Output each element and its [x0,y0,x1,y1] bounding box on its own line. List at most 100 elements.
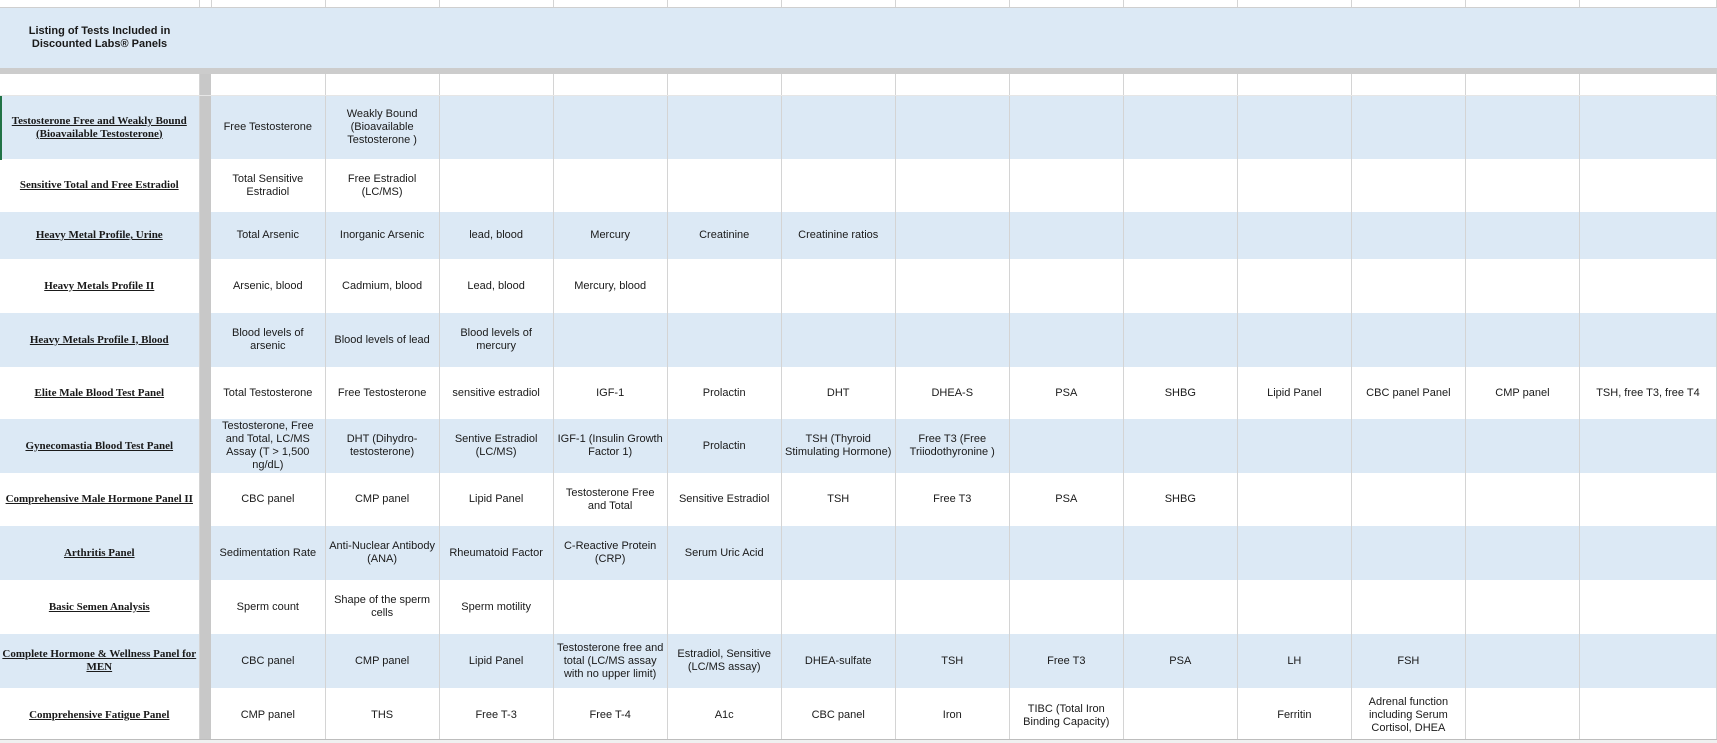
column-header[interactable] [0,0,200,8]
panel-link[interactable]: Heavy Metals Profile I, Blood [0,313,200,367]
test-cell[interactable] [1237,580,1352,634]
test-cell[interactable] [553,580,668,634]
test-cell[interactable]: CBC panel [781,688,896,742]
test-cell[interactable] [1237,95,1352,159]
test-cell[interactable] [1465,313,1580,367]
column-header[interactable] [1123,0,1238,8]
panel-link[interactable]: Heavy Metals Profile II [0,259,200,313]
test-cell[interactable]: SHBG [1123,473,1238,526]
test-cell[interactable] [1579,473,1717,526]
test-cell[interactable]: Total Testosterone [211,367,326,419]
cell[interactable] [1465,74,1580,96]
test-cell[interactable]: CBC panel Panel [1351,367,1466,419]
test-cell[interactable] [1579,526,1717,580]
test-cell[interactable]: LH [1237,634,1352,688]
test-cell[interactable]: Blood levels of mercury [439,313,554,367]
test-cell[interactable]: TSH [895,634,1010,688]
test-cell[interactable] [1123,259,1238,313]
test-cell[interactable]: DHEA-S [895,367,1010,419]
test-cell[interactable]: C-Reactive Protein (CRP) [553,526,668,580]
test-cell[interactable]: Prolactin [667,367,782,419]
test-cell[interactable]: Lipid Panel [439,473,554,526]
test-cell[interactable]: Free T3 (Free Triiodothyronine ) [895,419,1010,473]
test-cell[interactable] [1123,419,1238,473]
cell[interactable] [1009,74,1124,96]
test-cell[interactable] [1579,313,1717,367]
test-cell[interactable]: Total Sensitive Estradiol [211,159,326,212]
test-cell[interactable] [1351,313,1466,367]
test-cell[interactable] [1579,580,1717,634]
column-header[interactable] [439,0,554,8]
test-cell[interactable] [781,580,896,634]
test-cell[interactable]: Mercury [553,212,668,259]
column-header[interactable] [1351,0,1466,8]
test-cell[interactable]: Sentive Estradiol (LC/MS) [439,419,554,473]
test-cell[interactable]: Serum Uric Acid [667,526,782,580]
test-cell[interactable] [667,313,782,367]
test-cell[interactable]: Estradiol, Sensitive (LC/MS assay) [667,634,782,688]
test-cell[interactable] [1465,212,1580,259]
panel-link[interactable]: Testosterone Free and Weakly Bound (Bioa… [0,95,200,159]
test-cell[interactable]: Shape of the sperm cells [325,580,440,634]
test-cell[interactable]: DHEA-sulfate [781,634,896,688]
column-header[interactable] [1237,0,1352,8]
cell[interactable] [325,74,440,96]
test-cell[interactable]: Adrenal function including Serum Cortiso… [1351,688,1466,742]
test-cell[interactable]: THS [325,688,440,742]
test-cell[interactable]: Testosterone, Free and Total, LC/MS Assa… [211,419,326,473]
test-cell[interactable]: Total Arsenic [211,212,326,259]
column-header[interactable] [781,0,896,8]
test-cell[interactable]: Testosterone Free and Total [553,473,668,526]
test-cell[interactable] [895,313,1010,367]
test-cell[interactable]: Mercury, blood [553,259,668,313]
test-cell[interactable] [895,259,1010,313]
test-cell[interactable] [1237,526,1352,580]
panel-link[interactable]: Comprehensive Male Hormone Panel II [0,473,200,526]
test-cell[interactable] [1123,95,1238,159]
test-cell[interactable]: Arsenic, blood [211,259,326,313]
test-cell[interactable]: Prolactin [667,419,782,473]
test-cell[interactable] [1123,159,1238,212]
cell[interactable] [439,74,554,96]
test-cell[interactable]: Cadmium, blood [325,259,440,313]
test-cell[interactable] [1579,95,1717,159]
test-cell[interactable]: IGF-1 (Insulin Growth Factor 1) [553,419,668,473]
test-cell[interactable]: FSH [1351,634,1466,688]
test-cell[interactable]: Blood levels of lead [325,313,440,367]
test-cell[interactable] [553,313,668,367]
test-cell[interactable] [1465,259,1580,313]
cell[interactable] [1237,74,1352,96]
test-cell[interactable]: Lead, blood [439,259,554,313]
cell[interactable] [895,74,1010,96]
test-cell[interactable]: lead, blood [439,212,554,259]
test-cell[interactable]: CBC panel [211,473,326,526]
cell[interactable] [1579,74,1717,96]
test-cell[interactable] [1351,473,1466,526]
test-cell[interactable] [1351,212,1466,259]
test-cell[interactable]: TIBC (Total Iron Binding Capacity) [1009,688,1124,742]
test-cell[interactable] [1465,95,1580,159]
test-cell[interactable]: Iron [895,688,1010,742]
test-cell[interactable]: PSA [1009,473,1124,526]
test-cell[interactable] [781,526,896,580]
test-cell[interactable] [1351,159,1466,212]
column-header[interactable] [211,0,326,8]
test-cell[interactable]: Inorganic Arsenic [325,212,440,259]
test-cell[interactable] [1351,259,1466,313]
test-cell[interactable]: CBC panel [211,634,326,688]
test-cell[interactable]: DHT (Dihydro-testosterone) [325,419,440,473]
test-cell[interactable] [895,159,1010,212]
test-cell[interactable]: SHBG [1123,367,1238,419]
cell[interactable] [1351,74,1466,96]
test-cell[interactable] [1237,259,1352,313]
test-cell[interactable]: Sperm motility [439,580,554,634]
panel-link[interactable]: Arthritis Panel [0,526,200,580]
test-cell[interactable]: CMP panel [211,688,326,742]
panel-link[interactable]: Heavy Metal Profile, Urine [0,212,200,259]
test-cell[interactable]: Creatinine [667,212,782,259]
panel-link[interactable]: Sensitive Total and Free Estradiol [0,159,200,212]
column-header[interactable] [1009,0,1124,8]
test-cell[interactable] [1351,580,1466,634]
test-cell[interactable] [553,95,668,159]
title-row-fill[interactable] [199,7,1717,68]
